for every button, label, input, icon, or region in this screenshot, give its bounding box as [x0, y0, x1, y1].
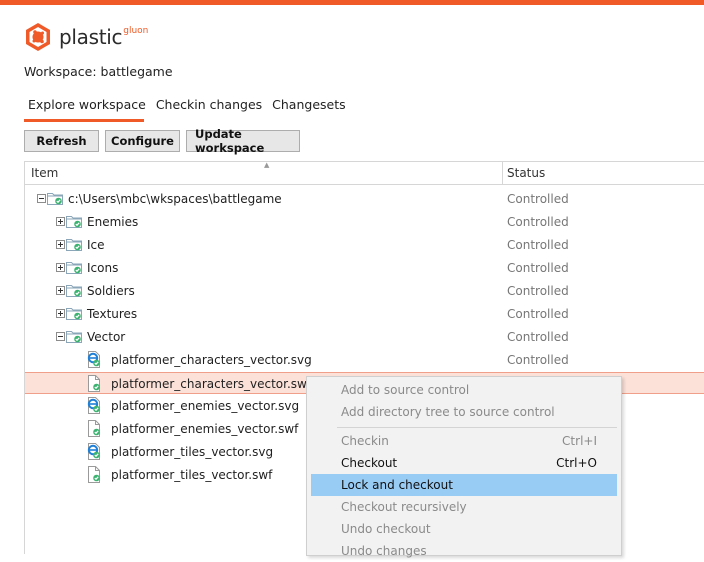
file-icon — [86, 375, 102, 392]
app-logo: plastic gluon — [24, 22, 148, 52]
controlled-folder-icon — [66, 215, 82, 228]
tree-item-label: Soldiers — [87, 284, 135, 298]
menu-item-label: Undo checkout — [341, 522, 431, 536]
menu-item-add-to-source-control[interactable]: Add to source control — [311, 379, 617, 401]
tree-item-label: c:\Users\mbc\wkspaces\battlegame — [68, 192, 282, 206]
menu-item-shortcut: Ctrl+I — [562, 434, 597, 448]
menu-item-undo-changes[interactable]: Undo changes — [311, 540, 617, 562]
tree-item-status: Controlled — [507, 330, 569, 344]
tree-item-status: Controlled — [507, 284, 569, 298]
logo-text: plastic — [59, 25, 123, 49]
svg-file-icon — [86, 351, 102, 368]
controlled-folder-icon — [66, 307, 82, 320]
controlled-folder-icon — [66, 330, 82, 343]
view-tabs: Explore workspace Checkin changes Change… — [24, 96, 352, 120]
tree-item-label: platformer_enemies_vector.swf — [111, 422, 299, 436]
grid-header: Item ▲ Status — [25, 161, 704, 185]
top-accent-bar — [0, 0, 704, 5]
tree-item-label: platformer_tiles_vector.svg — [111, 445, 274, 459]
menu-item-label: Add directory tree to source control — [341, 405, 555, 419]
plastic-logo-icon — [26, 23, 50, 51]
tree-item-status: Controlled — [507, 192, 569, 206]
tree-row[interactable]: Soldiers Controlled — [25, 280, 704, 302]
tab-explore-workspace[interactable]: Explore workspace — [24, 96, 150, 120]
expand-icon[interactable] — [56, 240, 65, 249]
expand-icon[interactable] — [56, 286, 65, 295]
tree-item-label: platformer_characters_vector.swf — [111, 377, 312, 391]
controlled-folder-icon — [66, 284, 82, 297]
workspace-label: Workspace: battlegame — [24, 64, 173, 79]
file-icon — [86, 420, 102, 437]
tree-item-status: Controlled — [507, 307, 569, 321]
menu-item-checkin[interactable]: Checkin Ctrl+I — [311, 430, 617, 452]
menu-item-label: Undo changes — [341, 544, 427, 558]
tree-item-label: platformer_tiles_vector.swf — [111, 468, 273, 482]
tree-row[interactable]: Icons Controlled — [25, 257, 704, 279]
menu-item-shortcut: Ctrl+O — [556, 456, 597, 470]
tree-item-label: Icons — [87, 261, 119, 275]
tree-item-label: Vector — [87, 330, 126, 344]
tree-row[interactable]: Ice Controlled — [25, 234, 704, 256]
controlled-folder-icon — [47, 192, 63, 205]
tree-item-status: Controlled — [507, 238, 569, 252]
column-separator[interactable] — [502, 162, 503, 184]
controlled-folder-icon — [66, 238, 82, 251]
tree-row[interactable]: platformer_characters_vector.svg Controll… — [25, 349, 704, 371]
configure-button[interactable]: Configure — [105, 130, 180, 152]
column-header-status[interactable]: Status — [507, 166, 545, 180]
tree-row[interactable]: c:\Users\mbc\wkspaces\battlegame Controll… — [25, 188, 704, 210]
refresh-button[interactable]: Refresh — [24, 130, 99, 152]
svg-file-icon — [86, 397, 102, 414]
collapse-icon[interactable] — [37, 194, 46, 203]
toolbar: Refresh Configure Update workspace — [24, 127, 300, 155]
menu-item-label: Checkout — [341, 456, 398, 470]
tree-item-status: Controlled — [507, 215, 569, 229]
menu-item-label: Add to source control — [341, 383, 470, 397]
menu-item-label: Lock and checkout — [341, 478, 453, 492]
column-header-item[interactable]: Item — [31, 166, 58, 180]
svg-file-icon — [86, 443, 102, 460]
tree-item-label: Enemies — [87, 215, 139, 229]
update-workspace-button[interactable]: Update workspace — [186, 127, 300, 155]
controlled-folder-icon — [66, 261, 82, 274]
collapse-icon[interactable] — [56, 332, 65, 341]
menu-separator — [337, 427, 617, 428]
tree-item-label: Ice — [87, 238, 105, 252]
tab-changesets[interactable]: Changesets — [268, 96, 349, 120]
logo-subtext: gluon — [123, 26, 149, 36]
tree-item-label: platformer_enemies_vector.svg — [111, 399, 300, 413]
tab-checkin-changes[interactable]: Checkin changes — [152, 96, 266, 120]
tree-item-label: Textures — [87, 307, 138, 321]
tree-row[interactable]: Textures Controlled — [25, 303, 704, 325]
tree-row[interactable]: Enemies Controlled — [25, 211, 704, 233]
context-menu: Add to source control Add directory tree… — [306, 376, 622, 558]
file-icon — [86, 466, 102, 483]
sort-ascending-icon: ▲ — [264, 161, 270, 169]
menu-item-label: Checkin — [341, 434, 389, 448]
expand-icon[interactable] — [56, 217, 65, 226]
menu-item-label: Checkout recursively — [341, 500, 467, 514]
tree-row[interactable]: Vector Controlled — [25, 326, 704, 348]
tree-item-label: platformer_characters_vector.svg — [111, 353, 312, 367]
menu-item-add-directory-tree[interactable]: Add directory tree to source control — [311, 401, 617, 423]
menu-item-checkout[interactable]: Checkout Ctrl+O — [311, 452, 617, 474]
menu-item-undo-checkout[interactable]: Undo checkout — [311, 518, 617, 540]
menu-item-checkout-recursively[interactable]: Checkout recursively — [311, 496, 617, 518]
expand-icon[interactable] — [56, 309, 65, 318]
active-tab-indicator — [24, 119, 144, 122]
expand-icon[interactable] — [56, 263, 65, 272]
tree-item-status: Controlled — [507, 353, 569, 367]
tree-item-status: Controlled — [507, 261, 569, 275]
menu-item-lock-and-checkout[interactable]: Lock and checkout — [311, 474, 617, 496]
